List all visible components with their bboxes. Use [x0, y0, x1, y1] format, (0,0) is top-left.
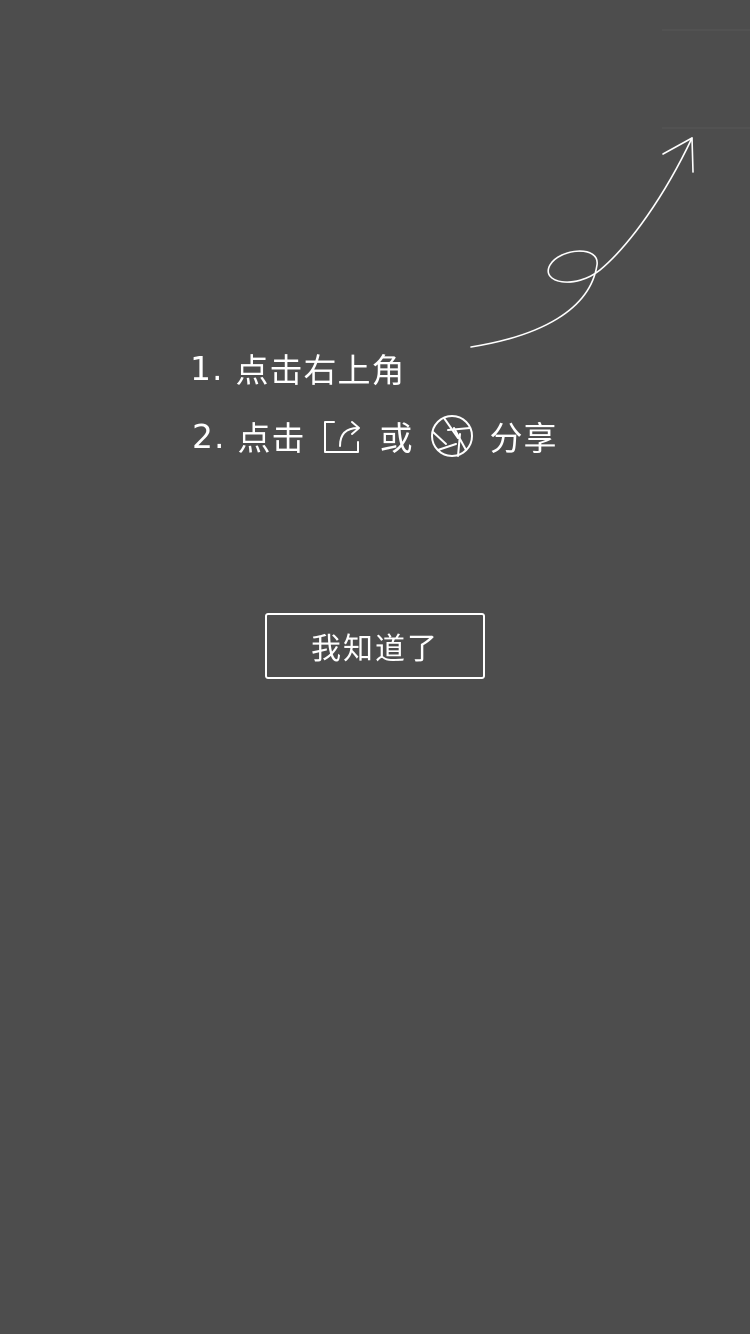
share-guide-overlay: { "guide": { "step1": { "number": "1.", …: [0, 0, 750, 1334]
step-2-text-after: 分享: [489, 419, 558, 458]
aperture-icon: [430, 414, 474, 458]
pointer-arrow-icon: [470, 29, 750, 348]
guide-step-2: 2. 点击 或 分享: [192, 414, 558, 458]
step-2-or-text: 或: [379, 419, 414, 458]
guide-step-1: 1. 点击右上角: [190, 346, 406, 391]
step-1-text: 点击右上角: [235, 351, 406, 390]
step-2-text-before: 点击: [237, 419, 306, 458]
step-2-number: 2.: [192, 416, 226, 456]
step-1-number: 1.: [190, 348, 224, 388]
share-arrow-icon: [322, 416, 364, 456]
got-it-button[interactable]: 我知道了: [265, 613, 485, 679]
